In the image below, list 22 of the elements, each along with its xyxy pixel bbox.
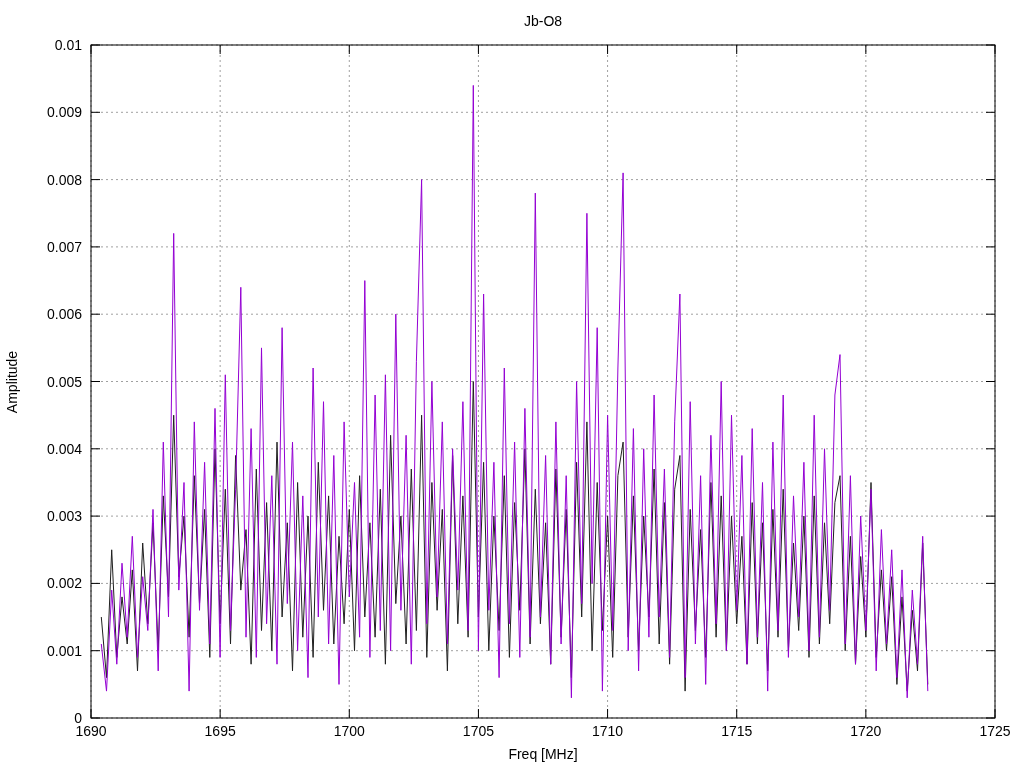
tick-label: 0: [74, 710, 82, 726]
tick-label: 0.002: [46, 575, 82, 592]
chart-title: Jb-O8: [523, 13, 563, 29]
tick-label: 1700: [333, 723, 365, 739]
tick-label: 1710: [592, 723, 624, 739]
tick-label: 0.007: [46, 238, 82, 255]
axis-title: Amplitude: [4, 350, 20, 414]
tick-label: 0.001: [46, 642, 82, 659]
tick-label: 0.005: [46, 373, 82, 390]
tick-label: 1690: [75, 723, 107, 739]
tick-label: 0.003: [46, 508, 82, 525]
tick-label: 0.009: [46, 104, 82, 121]
tick-label: 1725: [979, 723, 1011, 739]
tick-label: 1705: [462, 723, 494, 739]
tick-label: 0.008: [46, 171, 82, 188]
tick-label: 1715: [721, 723, 753, 739]
axis-title: Freq [MHz]: [508, 746, 578, 762]
tick-label: 0.006: [46, 306, 82, 323]
tick-label: 1720: [850, 723, 882, 739]
tick-label: 0.004: [46, 440, 82, 457]
tick-label: 1695: [204, 723, 236, 739]
tick-label: 0.01: [54, 37, 82, 53]
